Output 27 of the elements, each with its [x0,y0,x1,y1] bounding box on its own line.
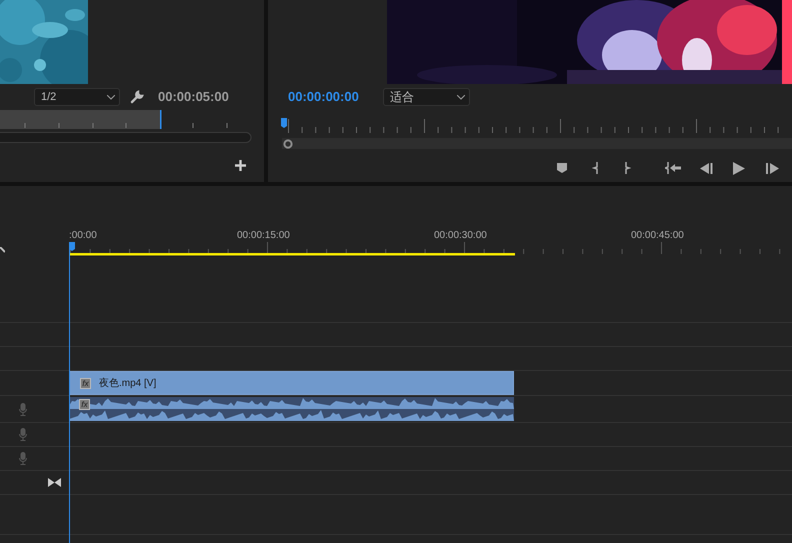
plus-icon[interactable] [234,160,246,170]
caret-icon[interactable] [456,94,465,100]
play-icon[interactable] [733,162,745,174]
video-clip[interactable]: fx 夜色.mp4 [V] [69,371,514,395]
mark-in-icon[interactable] [592,162,598,174]
fx-badge[interactable]: fx [80,378,91,388]
time-label: 00:00:45:00 [631,229,684,243]
step-back-icon[interactable] [700,162,712,174]
marker-icon[interactable] [557,163,567,173]
zoom-dropdown[interactable]: 适合 [382,88,470,106]
timecode: 00:00:05:00 [158,88,229,106]
fx-badge[interactable]: fx [79,399,90,410]
clip-name: 夜色.mp4 [V] [99,376,156,390]
time-label: 00:00:30:00 [434,229,487,243]
audio-clip[interactable]: fx [69,397,514,421]
pencil-icon[interactable] [0,247,5,253]
mark-out-icon[interactable] [625,162,631,174]
resolution-dropdown[interactable]: 1/2 [34,88,120,106]
time-label: :00:00 [69,229,97,243]
zoom-scrollbar[interactable] [0,132,252,143]
wrench-icon[interactable] [130,90,144,104]
go-to-in-icon[interactable] [665,162,681,174]
playhead-timecode[interactable]: 00:00:00:00 [288,87,359,107]
time-label: 00:00:15:00 [237,229,290,243]
step-forward-icon[interactable] [766,162,778,174]
caret-icon[interactable] [107,94,115,100]
bowtie-icon[interactable] [48,478,61,487]
